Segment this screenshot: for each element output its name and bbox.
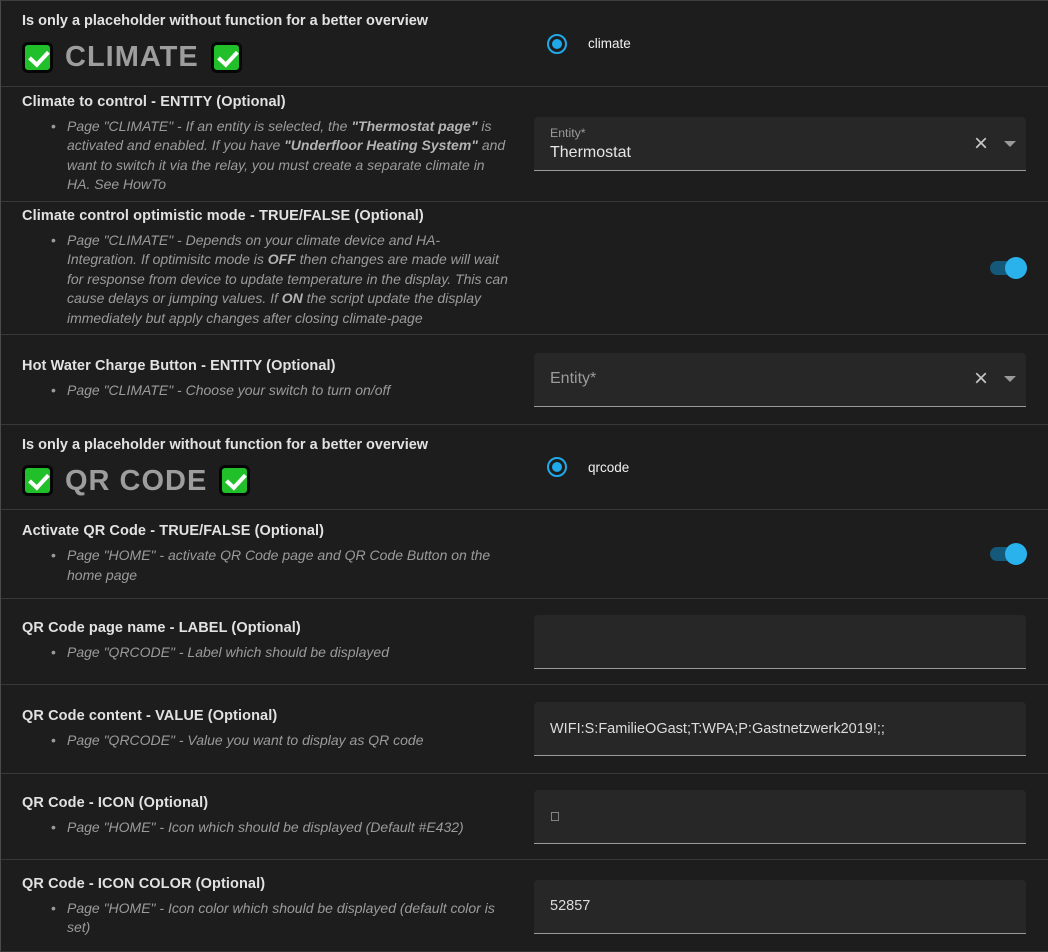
placeholder-text: Is only a placeholder without function f…	[22, 13, 508, 30]
field-description: Page "QRCODE" - Value you want to displa…	[22, 731, 508, 751]
qr-icon-left: QR Code - ICON (Optional) Page "HOME" - …	[1, 774, 534, 859]
optimistic-mode-cell	[534, 202, 1048, 334]
qr-icon-cell	[534, 774, 1048, 859]
toggle-thumb	[1005, 543, 1027, 565]
field-description: Page "CLIMATE" - If an entity is selecte…	[22, 117, 508, 195]
green-check-icon	[211, 42, 242, 73]
radio-selected-icon[interactable]	[547, 457, 567, 477]
entity-field-texts: Entity* Thermostat	[534, 126, 974, 162]
field-description: Page "CLIMATE" - Depends on your climate…	[22, 231, 508, 329]
qr-icon-color-cell	[534, 860, 1048, 952]
entity-field-texts: Entity*	[534, 370, 974, 388]
entity-field-label: Entity*	[550, 126, 974, 140]
field-description: Page "HOME" - activate QR Code page and …	[22, 546, 508, 585]
qr-content-cell	[534, 685, 1048, 773]
qr-icon-input[interactable]	[534, 790, 1026, 844]
activate-qrcode-left: Activate QR Code - TRUE/FALSE (Optional)…	[1, 510, 534, 598]
qrcode-radio-cell: qrcode	[534, 425, 1048, 509]
description-item: Page "HOME" - Icon which should be displ…	[67, 818, 508, 838]
clear-icon[interactable]: ×	[974, 367, 988, 391]
field-description: Page "QRCODE" - Label which should be di…	[22, 643, 508, 663]
optimistic-mode-toggle[interactable]	[990, 261, 1023, 275]
row-qr-content: QR Code content - VALUE (Optional) Page …	[1, 684, 1048, 773]
qr-page-name-input[interactable]	[534, 615, 1026, 669]
field-title: QR Code - ICON COLOR (Optional)	[22, 876, 508, 893]
qr-icon-color-left: QR Code - ICON COLOR (Optional) Page "HO…	[1, 860, 534, 952]
row-climate-entity: Climate to control - ENTITY (Optional) P…	[1, 86, 1048, 201]
clear-icon[interactable]: ×	[974, 132, 988, 156]
chevron-down-icon[interactable]	[1004, 376, 1016, 382]
climate-heading-text: CLIMATE	[65, 40, 199, 74]
qrcode-heading: QR CODE	[22, 464, 508, 498]
description-item: Page "HOME" - activate QR Code page and …	[67, 546, 508, 585]
hot-water-left: Hot Water Charge Button - ENTITY (Option…	[1, 335, 534, 424]
qrcode-radio-option[interactable]: qrcode	[547, 457, 629, 477]
field-title: QR Code content - VALUE (Optional)	[22, 708, 508, 725]
row-optimistic-mode-toggle: Climate control optimistic mode - TRUE/F…	[1, 201, 1048, 334]
green-check-icon	[22, 465, 53, 496]
field-title: Climate control optimistic mode - TRUE/F…	[22, 208, 508, 225]
climate-placeholder-left: Is only a placeholder without function f…	[1, 1, 534, 86]
row-qrcode-placeholder: Is only a placeholder without function f…	[1, 424, 1048, 509]
description-item: Page "CLIMATE" - Choose your switch to t…	[67, 381, 508, 401]
row-qr-icon-color: QR Code - ICON COLOR (Optional) Page "HO…	[1, 859, 1048, 952]
radio-selected-icon[interactable]	[547, 34, 567, 54]
qr-content-left: QR Code content - VALUE (Optional) Page …	[1, 685, 534, 773]
field-description: Page "HOME" - Icon which should be displ…	[22, 818, 508, 838]
field-description: Page "HOME" - Icon color which should be…	[22, 899, 508, 938]
blueprint-config-panel: Is only a placeholder without function f…	[0, 0, 1048, 952]
entity-field-value: Thermostat	[550, 143, 974, 162]
field-description: Page "CLIMATE" - Choose your switch to t…	[22, 381, 508, 401]
placeholder-text: Is only a placeholder without function f…	[22, 437, 508, 454]
entity-field-label: Entity*	[550, 370, 974, 388]
qr-page-name-left: QR Code page name - LABEL (Optional) Pag…	[1, 599, 534, 684]
climate-radio-option[interactable]: climate	[547, 34, 631, 54]
radio-dot	[552, 462, 562, 472]
toggle-thumb	[1005, 257, 1027, 279]
green-check-icon	[22, 42, 53, 73]
climate-heading: CLIMATE	[22, 40, 508, 74]
field-title: QR Code page name - LABEL (Optional)	[22, 620, 508, 637]
radio-dot	[552, 39, 562, 49]
row-climate-placeholder: Is only a placeholder without function f…	[1, 1, 1048, 86]
description-item: Page "QRCODE" - Label which should be di…	[67, 643, 508, 663]
field-title: Climate to control - ENTITY (Optional)	[22, 94, 508, 111]
description-item: Page "CLIMATE" - Depends on your climate…	[67, 231, 508, 329]
radio-label: qrcode	[588, 460, 629, 475]
field-title: Hot Water Charge Button - ENTITY (Option…	[22, 358, 508, 375]
row-qr-page-name: QR Code page name - LABEL (Optional) Pag…	[1, 598, 1048, 684]
green-check-icon	[219, 465, 250, 496]
description-item: Page "CLIMATE" - If an entity is selecte…	[67, 117, 508, 195]
activate-qrcode-cell	[534, 510, 1048, 598]
hot-water-entity-combobox[interactable]: Entity* ×	[534, 353, 1026, 407]
radio-label: climate	[588, 36, 631, 51]
chevron-down-icon[interactable]	[1004, 141, 1016, 147]
row-activate-qrcode-toggle: Activate QR Code - TRUE/FALSE (Optional)…	[1, 509, 1048, 598]
climate-entity-combobox[interactable]: Entity* Thermostat ×	[534, 117, 1026, 171]
optimistic-mode-left: Climate control optimistic mode - TRUE/F…	[1, 202, 534, 334]
climate-entity-left: Climate to control - ENTITY (Optional) P…	[1, 87, 534, 201]
qr-page-name-cell	[534, 599, 1048, 684]
hot-water-entity-cell: Entity* ×	[534, 335, 1048, 424]
field-title: QR Code - ICON (Optional)	[22, 795, 508, 812]
description-item: Page "HOME" - Icon color which should be…	[67, 899, 508, 938]
row-qr-icon: QR Code - ICON (Optional) Page "HOME" - …	[1, 773, 1048, 859]
row-hot-water-entity: Hot Water Charge Button - ENTITY (Option…	[1, 334, 1048, 424]
qr-content-input[interactable]	[534, 702, 1026, 756]
activate-qrcode-toggle[interactable]	[990, 547, 1023, 561]
qrcode-placeholder-left: Is only a placeholder without function f…	[1, 425, 534, 509]
description-item: Page "QRCODE" - Value you want to displa…	[67, 731, 508, 751]
climate-radio-cell: climate	[534, 1, 1048, 86]
field-title: Activate QR Code - TRUE/FALSE (Optional)	[22, 523, 508, 540]
qrcode-heading-text: QR CODE	[65, 464, 207, 498]
climate-entity-cell: Entity* Thermostat ×	[534, 87, 1048, 201]
qr-icon-color-input[interactable]	[534, 880, 1026, 934]
